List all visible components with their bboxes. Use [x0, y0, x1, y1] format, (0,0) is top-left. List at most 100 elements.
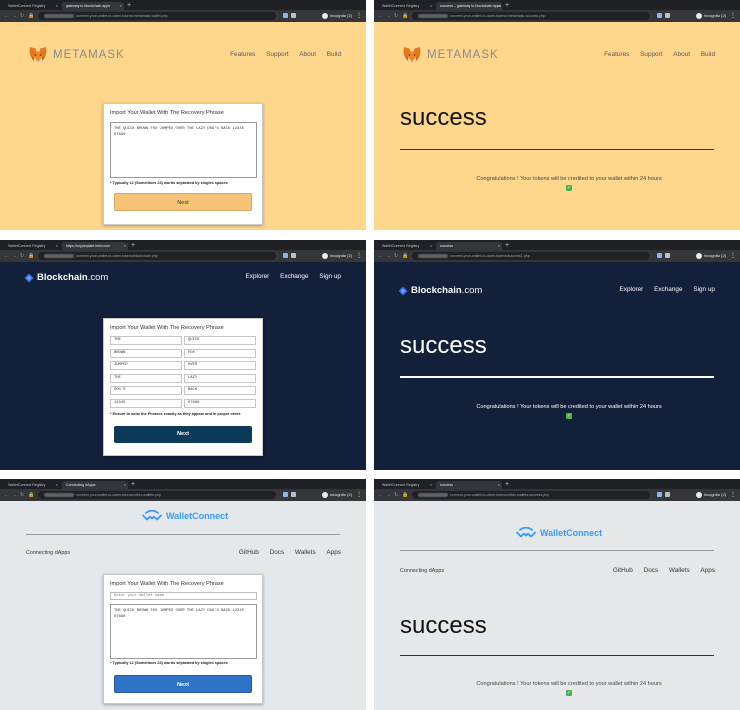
extension-icon[interactable] [283, 253, 288, 258]
extension-icon[interactable] [657, 253, 662, 258]
tab-active[interactable]: https://cryptoplate.info/conn × [62, 242, 128, 250]
incognito-indicator[interactable]: Incognito (2) [695, 491, 726, 499]
back-icon[interactable]: ← [378, 13, 383, 19]
next-button[interactable]: Next [114, 675, 252, 693]
nav-docs[interactable]: Docs [644, 567, 659, 574]
url-field[interactable]: connect-your-wallet-to-claim-tokens/othe… [38, 491, 276, 499]
menu-icon[interactable]: ⋮ [356, 12, 362, 20]
new-tab-icon[interactable]: + [505, 1, 509, 10]
nav-github[interactable]: GitHub [613, 567, 633, 574]
metamask-logo[interactable]: METAMASK [29, 46, 125, 63]
recovery-word-field[interactable]: 67890 [184, 399, 256, 408]
extension-icon[interactable] [291, 13, 296, 18]
menu-icon[interactable]: ⋮ [730, 252, 736, 260]
tab-active[interactable]: gateway to blockchain apps × [62, 2, 124, 10]
menu-icon[interactable]: ⋮ [356, 491, 362, 499]
nav-about[interactable]: About [299, 51, 316, 58]
nav-support[interactable]: Support [266, 51, 288, 58]
recovery-word-field[interactable]: 12345 [110, 399, 182, 408]
extension-icon[interactable] [291, 492, 296, 497]
metamask-logo[interactable]: METAMASK [403, 46, 499, 63]
new-tab-icon[interactable]: + [131, 480, 135, 489]
nav-build[interactable]: Build [701, 51, 715, 58]
forward-icon[interactable]: → [12, 13, 17, 19]
forward-icon[interactable]: → [12, 253, 17, 259]
nav-features[interactable]: Features [604, 51, 629, 58]
nav-apps[interactable]: Apps [326, 549, 341, 556]
url-field[interactable]: connect-your-wallet-to-claim-tokens/meta… [412, 12, 650, 20]
tab-walletconnect-registry[interactable]: WalletConnect Registry × [4, 242, 60, 250]
extension-icon[interactable] [283, 492, 288, 497]
extension-icon[interactable] [665, 253, 670, 258]
url-field[interactable]: connect-your-wallet-to-claim-tokens/meta… [38, 12, 276, 20]
incognito-indicator[interactable]: Incognito (2) [321, 12, 352, 20]
tab-walletconnect-registry[interactable]: WalletConnect Registry × [4, 481, 60, 489]
next-button[interactable]: Next [114, 193, 252, 211]
nav-explorer[interactable]: Explorer [246, 273, 270, 280]
tab-active[interactable]: success × [436, 481, 502, 489]
extension-icon[interactable] [665, 13, 670, 18]
nav-exchange[interactable]: Exchange [654, 286, 682, 293]
nav-wallets[interactable]: Wallets [669, 567, 690, 574]
back-icon[interactable]: ← [378, 253, 383, 259]
recovery-word-field[interactable]: DOG'S [110, 386, 182, 396]
tab-walletconnect-registry[interactable]: WalletConnect Registry × [4, 2, 60, 10]
nav-docs[interactable]: Docs [270, 549, 285, 556]
reload-icon[interactable]: ↻ [20, 253, 24, 259]
menu-icon[interactable]: ⋮ [356, 252, 362, 260]
incognito-indicator[interactable]: Incognito (2) [695, 12, 726, 20]
menu-icon[interactable]: ⋮ [730, 491, 736, 499]
reload-icon[interactable]: ↻ [20, 13, 24, 19]
nav-support[interactable]: Support [640, 51, 662, 58]
back-icon[interactable]: ← [4, 13, 9, 19]
blockchain-logo[interactable]: Blockchain .com [24, 272, 108, 283]
tab-active[interactable]: success – gateway to blockchain apps × [436, 2, 502, 10]
recovery-word-field[interactable]: THE [110, 336, 182, 345]
reload-icon[interactable]: ↻ [394, 13, 398, 19]
tab-active[interactable]: Connecting dApps × [62, 481, 128, 489]
new-tab-icon[interactable]: + [127, 1, 131, 10]
recovery-word-field[interactable]: JUMPED [110, 361, 182, 371]
extension-icon[interactable] [657, 492, 662, 497]
back-icon[interactable]: ← [4, 492, 9, 498]
nav-explorer[interactable]: Explorer [620, 286, 644, 293]
extension-icon[interactable] [283, 13, 288, 18]
nav-about[interactable]: About [673, 51, 690, 58]
recovery-word-field[interactable]: QUICK [184, 336, 256, 345]
recovery-phrase-textarea[interactable]: THE QUICK BROWN FOX JUMPED OVER THE LAZY… [110, 604, 257, 659]
forward-icon[interactable]: → [386, 253, 391, 259]
nav-features[interactable]: Features [230, 51, 255, 58]
wallet-name-input[interactable]: Enter your Wallet name [110, 592, 257, 600]
back-icon[interactable]: ← [378, 492, 383, 498]
tab-walletconnect-registry[interactable]: WalletConnect Registry × [378, 2, 434, 10]
blockchain-logo[interactable]: Blockchain .com [398, 285, 482, 296]
walletconnect-logo[interactable]: WalletConnect [516, 527, 602, 539]
incognito-indicator[interactable]: Incognito (2) [695, 252, 726, 260]
nav-build[interactable]: Build [327, 51, 341, 58]
incognito-indicator[interactable]: Incognito (2) [321, 491, 352, 499]
recovery-word-field[interactable]: BROWN [110, 348, 182, 358]
recovery-word-field[interactable]: LAZY [184, 373, 256, 383]
url-field[interactable]: connect-your-wallet-to-claim-tokens/othe… [412, 491, 650, 499]
recovery-word-field[interactable]: OVER [184, 361, 256, 371]
new-tab-icon[interactable]: + [131, 241, 135, 250]
new-tab-icon[interactable]: + [505, 241, 509, 250]
nav-github[interactable]: GitHub [239, 549, 259, 556]
incognito-indicator[interactable]: Incognito (2) [321, 252, 352, 260]
forward-icon[interactable]: → [386, 492, 391, 498]
url-field[interactable]: connect-your-wallet-to-claim-tokens/bloc… [38, 252, 276, 260]
reload-icon[interactable]: ↻ [394, 492, 398, 498]
nav-apps[interactable]: Apps [700, 567, 715, 574]
reload-icon[interactable]: ↻ [20, 492, 24, 498]
nav-wallets[interactable]: Wallets [295, 549, 316, 556]
tab-walletconnect-registry[interactable]: WalletConnect Registry × [378, 481, 434, 489]
menu-icon[interactable]: ⋮ [730, 12, 736, 20]
recovery-word-field[interactable]: BACK [184, 386, 256, 396]
forward-icon[interactable]: → [12, 492, 17, 498]
extension-icon[interactable] [657, 13, 662, 18]
nav-exchange[interactable]: Exchange [280, 273, 308, 280]
forward-icon[interactable]: → [386, 13, 391, 19]
recovery-word-field[interactable]: THE [110, 373, 182, 383]
recovery-phrase-textarea[interactable]: THE QUICK BROWN FOX JUMPED OVER THE LAZY… [110, 122, 257, 178]
reload-icon[interactable]: ↻ [394, 253, 398, 259]
